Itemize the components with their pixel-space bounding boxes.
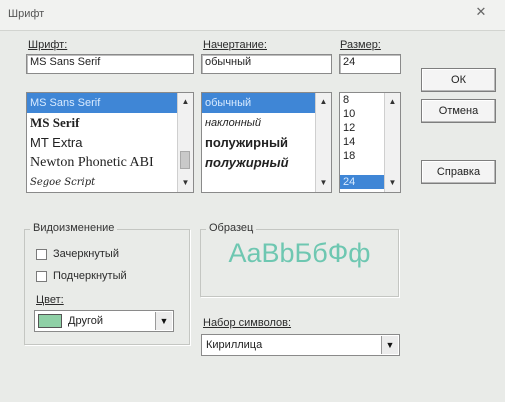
underline-checkbox[interactable] (36, 271, 47, 282)
style-input[interactable]: обычный (201, 54, 332, 74)
color-value: Другой (68, 315, 103, 327)
scroll-down-icon[interactable]: ▼ (178, 176, 193, 190)
strikeout-label[interactable]: Зачеркнутый (53, 248, 119, 260)
help-button[interactable]: Справка (421, 160, 496, 184)
style-list-item[interactable]: обычный (202, 93, 331, 113)
style-list-scrollbar[interactable]: ▲ ▼ (315, 93, 331, 192)
title-bar: Шрифт ✕ (0, 0, 505, 31)
chevron-down-icon[interactable]: ▼ (155, 312, 172, 330)
size-label: Размер: (340, 39, 381, 51)
scroll-up-icon[interactable]: ▲ (178, 95, 193, 109)
script-value: Кириллица (206, 339, 263, 351)
size-list[interactable]: 8 10 12 14 18 24 ▲ ▼ (339, 92, 401, 193)
font-list-item[interactable]: Newton Phonetic ABI (27, 153, 193, 173)
sample-text: AaBbБбФф (228, 238, 371, 268)
cancel-button[interactable]: Отмена (421, 99, 496, 123)
scroll-down-icon[interactable]: ▼ (385, 176, 400, 190)
font-input[interactable]: MS Sans Serif (26, 54, 194, 74)
style-list-item[interactable]: наклонный (202, 113, 331, 133)
scroll-down-icon[interactable]: ▼ (316, 176, 331, 190)
sample-legend: Образец (206, 222, 257, 234)
style-list-item[interactable]: полужирный (202, 133, 331, 153)
scroll-up-icon[interactable]: ▲ (385, 95, 400, 109)
size-input[interactable]: 24 (339, 54, 401, 74)
font-list-item[interactable]: MT Extra (27, 133, 193, 153)
window-title: Шрифт (8, 8, 45, 20)
style-list-item[interactable]: полужирный (202, 153, 331, 173)
size-list-item[interactable]: 24 (340, 175, 385, 189)
font-list-item[interactable]: Segoe Script (27, 173, 193, 192)
scroll-thumb[interactable] (180, 151, 190, 169)
ok-button[interactable]: ОК (421, 68, 496, 92)
font-label: Шрифт: (28, 39, 68, 51)
font-list-item[interactable]: MS Sans Serif (27, 93, 193, 113)
size-list-scrollbar[interactable]: ▲ ▼ (384, 93, 400, 192)
effects-legend: Видоизменение (30, 222, 118, 234)
chevron-down-icon[interactable]: ▼ (381, 336, 398, 354)
color-swatch (38, 314, 62, 328)
font-list-scrollbar[interactable]: ▲ ▼ (177, 93, 193, 192)
font-list[interactable]: MS Sans Serif MS Serif MT Extra Newton P… (26, 92, 194, 193)
close-icon[interactable]: ✕ (466, 3, 496, 21)
style-label: Начертание: (203, 39, 267, 51)
font-list-item[interactable]: MS Serif (27, 113, 193, 133)
color-select[interactable]: Другой ▼ (34, 310, 174, 332)
style-list[interactable]: обычный наклонный полужирный полужирный … (201, 92, 332, 193)
scroll-up-icon[interactable]: ▲ (316, 95, 331, 109)
script-select[interactable]: Кириллица ▼ (201, 334, 400, 356)
strikeout-checkbox[interactable] (36, 249, 47, 260)
color-label: Цвет: (36, 294, 64, 306)
underline-label[interactable]: Подчеркнутый (53, 270, 127, 282)
script-label: Набор символов: (203, 317, 292, 329)
